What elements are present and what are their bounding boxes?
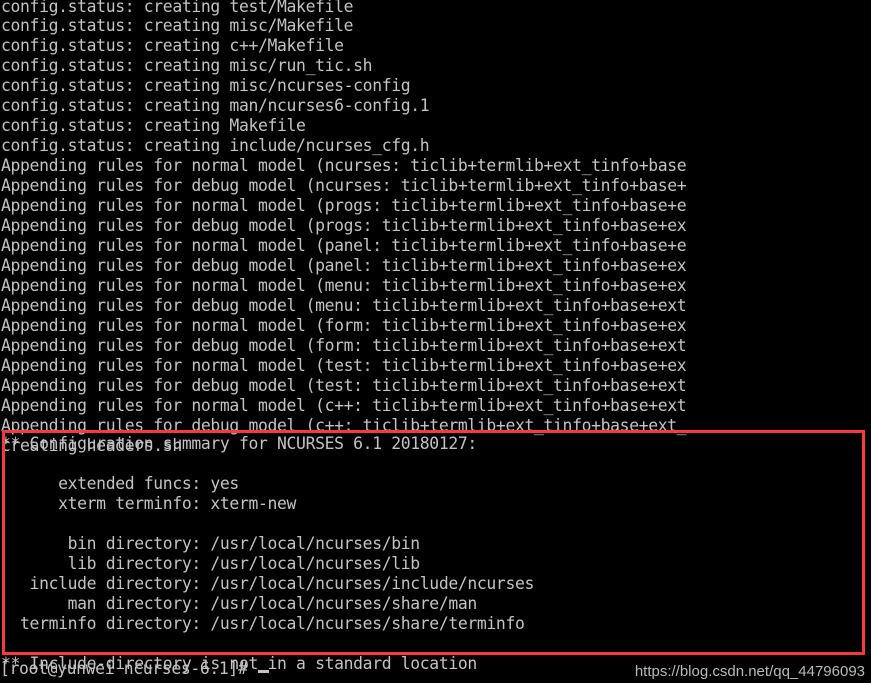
terminal-line: Appending rules for debug model (menu: t… xyxy=(1,296,687,315)
terminal-line: config.status: creating man/ncurses6-con… xyxy=(1,96,430,115)
terminal-line: Appending rules for debug model (ncurses… xyxy=(1,176,687,195)
summary-dir-include: include directory: /usr/local/ncurses/in… xyxy=(1,574,535,593)
terminal-line: Appending rules for normal model (progs:… xyxy=(1,196,687,215)
terminal-line: config.status: creating test/Makefile xyxy=(1,0,354,16)
summary-option-xterm-terminfo: xterm terminfo: xterm-new xyxy=(1,494,297,513)
summary-spacer xyxy=(0,454,863,474)
configuration-summary: ** Configuration summary for NCURSES 6.1… xyxy=(0,434,863,674)
terminal-line: Appending rules for debug model (panel: … xyxy=(1,256,687,275)
summary-dir-lib: lib directory: /usr/local/ncurses/lib xyxy=(1,554,421,573)
terminal-line: Appending rules for normal model (menu: … xyxy=(1,276,687,295)
summary-dir-terminfo: terminfo directory: /usr/local/ncurses/s… xyxy=(1,614,525,633)
terminal-line: config.status: creating include/ncurses_… xyxy=(1,136,430,155)
terminal-scrollback[interactable]: config.status: creating test/Makefile co… xyxy=(0,0,871,476)
summary-dir-man: man directory: /usr/local/ncurses/share/… xyxy=(1,594,478,613)
terminal-line: Appending rules for debug model (c++: ti… xyxy=(1,416,687,435)
terminal-line: config.status: creating misc/ncurses-con… xyxy=(1,76,411,95)
terminal-line: Appending rules for normal model (form: … xyxy=(1,316,687,335)
terminal-line: Appending rules for normal model (ncurse… xyxy=(1,156,687,175)
summary-spacer xyxy=(0,634,863,654)
terminal-line: Appending rules for debug model (progs: … xyxy=(1,216,687,235)
terminal-line: config.status: creating misc/run_tic.sh xyxy=(1,56,373,75)
terminal-line: Appending rules for normal model (panel:… xyxy=(1,236,687,255)
terminal-window[interactable]: config.status: creating test/Makefile co… xyxy=(0,0,871,683)
terminal-line: config.status: creating Makefile xyxy=(1,116,306,135)
terminal-line: config.status: creating misc/Makefile xyxy=(1,16,354,35)
terminal-line: config.status: creating c++/Makefile xyxy=(1,36,344,55)
cursor-icon xyxy=(258,670,269,673)
summary-header: ** Configuration summary for NCURSES 6.1… xyxy=(1,434,477,453)
summary-dir-bin: bin directory: /usr/local/ncurses/bin xyxy=(1,534,421,553)
summary-spacer xyxy=(0,514,863,534)
terminal-line: Appending rules for debug model (form: t… xyxy=(1,336,687,355)
summary-option-extended-funcs: extended funcs: yes xyxy=(1,474,239,493)
terminal-line: Appending rules for normal model (c++: t… xyxy=(1,396,687,415)
csdn-watermark: https://blog.csdn.net/qq_44796093 xyxy=(634,663,865,680)
prompt-text: [root@yunwei ncurses-6.1]# xyxy=(0,659,257,678)
terminal-line: Appending rules for debug model (test: t… xyxy=(1,376,687,395)
terminal-line: Appending rules for normal model (test: … xyxy=(1,356,687,375)
